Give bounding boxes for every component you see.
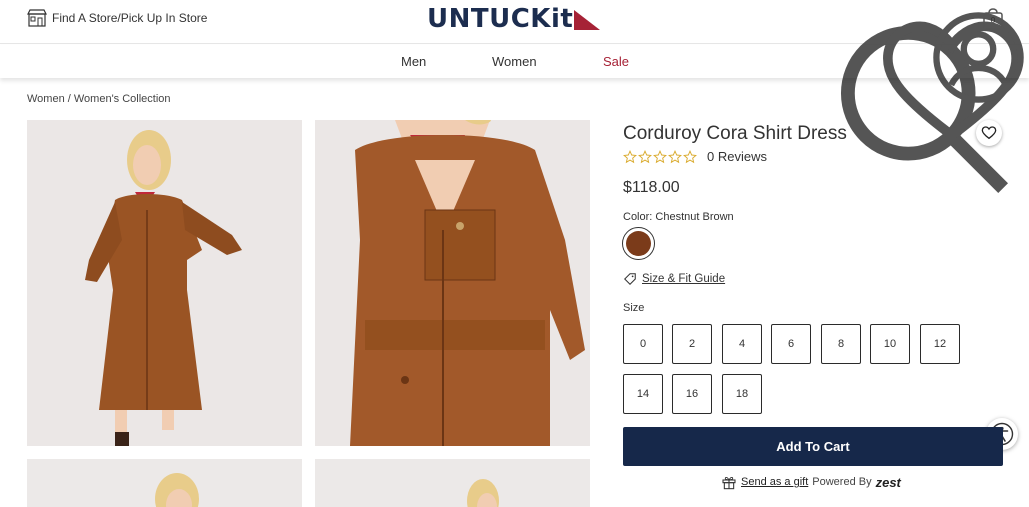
size-option-16[interactable]: 16 — [672, 374, 712, 414]
tag-icon — [624, 273, 636, 285]
star-icon — [638, 149, 652, 163]
untuckit-logo[interactable]: UNTUCKit — [427, 4, 601, 34]
size-fit-guide-link[interactable]: Size & Fit Guide — [623, 272, 725, 286]
model-image-4 — [315, 459, 590, 507]
color-swatch-chestnut-brown[interactable] — [622, 227, 655, 260]
top-header: Find A Store/Pick Up In Store UNTUCKit 0 — [0, 0, 1029, 194]
nav-sale[interactable]: Sale — [603, 54, 629, 69]
store-icon — [27, 9, 47, 27]
dress-closeup-image — [315, 120, 590, 446]
heart-icon — [981, 126, 997, 140]
size-option-12[interactable]: 12 — [920, 324, 960, 364]
breadcrumb[interactable]: Women / Women's Collection — [27, 93, 171, 105]
logo-flag-icon — [574, 10, 601, 30]
add-to-cart-button[interactable]: Add To Cart — [623, 427, 1003, 466]
swatch-fill — [626, 231, 651, 256]
find-store-link[interactable]: Find A Store/Pick Up In Store — [27, 8, 207, 28]
nav-men[interactable]: Men — [401, 54, 426, 69]
logo-text: UNTUCKit — [427, 4, 574, 34]
size-option-0[interactable]: 0 — [623, 324, 663, 364]
reviews-link[interactable]: 0 Reviews — [707, 149, 767, 164]
model-full-body-image — [27, 120, 302, 446]
wishlist-button[interactable] — [976, 120, 1002, 146]
rating-row: 0 Reviews — [623, 149, 767, 164]
product-image-2[interactable] — [315, 120, 590, 446]
size-option-4[interactable]: 4 — [722, 324, 762, 364]
color-label: Color: Chestnut Brown — [623, 211, 734, 223]
star-icon — [653, 149, 667, 163]
send-as-gift-row: Send as a gift Powered By zest — [721, 474, 901, 490]
star-icon — [668, 149, 682, 163]
size-option-2[interactable]: 2 — [672, 324, 712, 364]
send-as-gift-link[interactable]: Send as a gift — [741, 476, 808, 488]
size-option-6[interactable]: 6 — [771, 324, 811, 364]
zest-logo: zest — [875, 474, 901, 490]
product-image-1[interactable] — [27, 120, 302, 446]
star-icon — [683, 149, 697, 163]
size-fit-guide-label: Size & Fit Guide — [642, 273, 726, 285]
size-option-18[interactable]: 18 — [722, 374, 762, 414]
product-image-4[interactable] — [315, 459, 590, 507]
product-image-3[interactable] — [27, 459, 302, 507]
nav-women[interactable]: Women — [492, 54, 537, 69]
powered-by-label: Powered By — [812, 476, 872, 488]
cart-count: 0 — [990, 16, 996, 25]
size-label: Size — [623, 302, 645, 314]
find-store-label: Find A Store/Pick Up In Store — [52, 11, 208, 25]
product-title: Corduroy Cora Shirt Dress — [623, 123, 847, 144]
gift-icon — [722, 476, 736, 490]
size-option-14[interactable]: 14 — [623, 374, 663, 414]
size-option-10[interactable]: 10 — [870, 324, 910, 364]
product-price: $118.00 — [623, 179, 680, 196]
size-option-8[interactable]: 8 — [821, 324, 861, 364]
main-nav: Men Women Sale — [0, 45, 1029, 78]
star-rating[interactable] — [623, 149, 697, 164]
model-image-3 — [27, 459, 302, 507]
cart-button[interactable]: 0 — [981, 7, 1005, 31]
star-icon — [623, 149, 637, 163]
